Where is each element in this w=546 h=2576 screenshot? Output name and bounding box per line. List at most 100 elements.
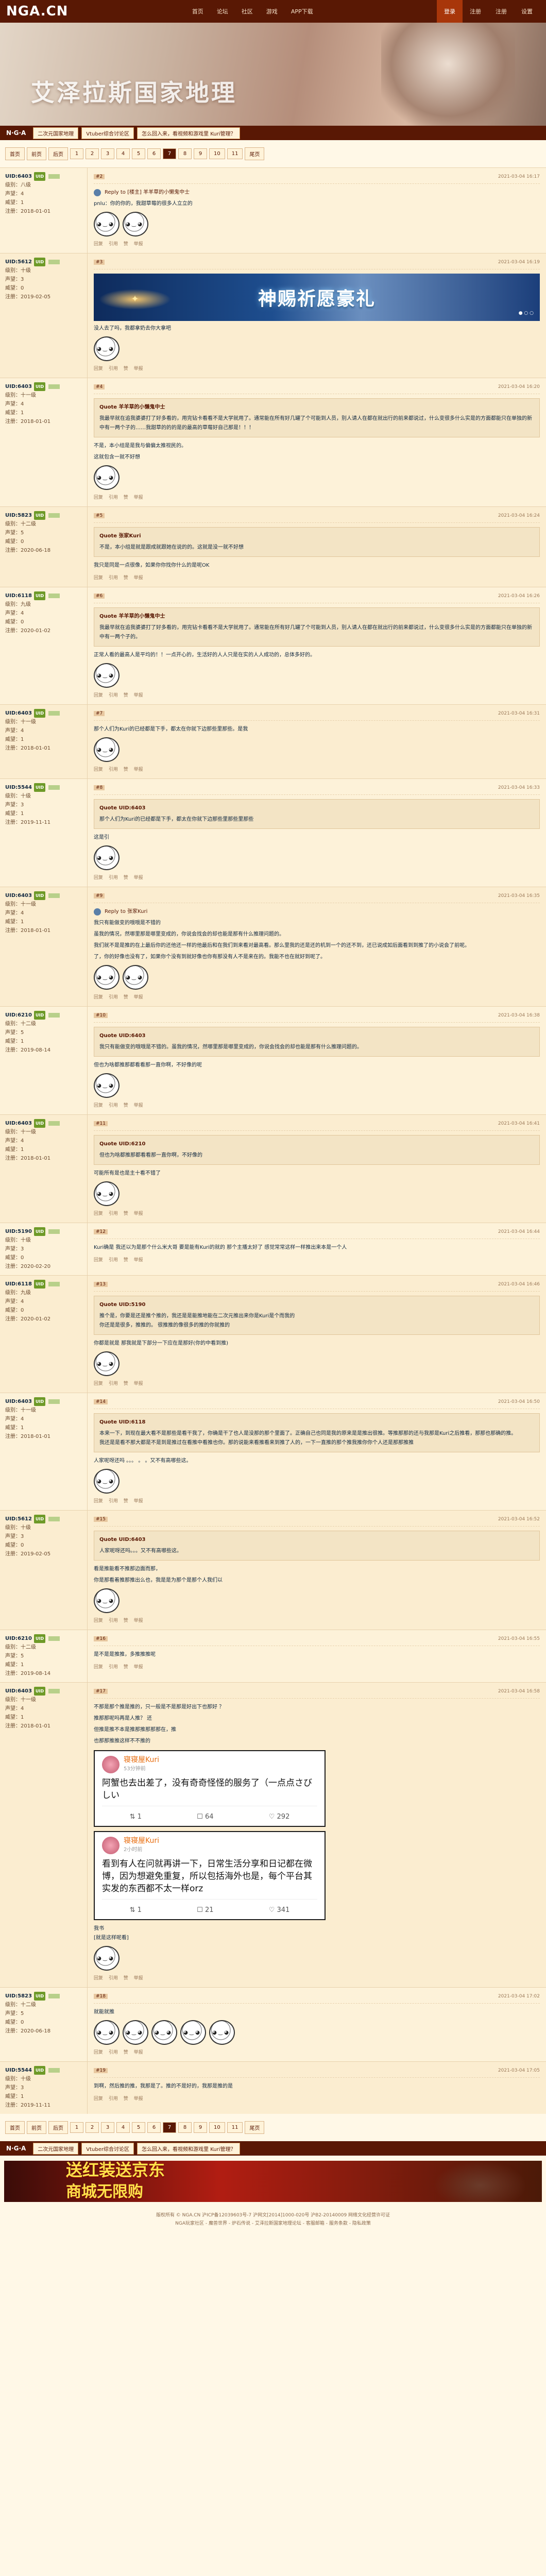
weibo-comment[interactable]: ☐ 64 [197, 1812, 213, 1822]
like-button[interactable]: 赞 [124, 575, 128, 581]
like-button[interactable]: 赞 [124, 1211, 128, 1216]
menu-login[interactable]: 登录 [436, 0, 463, 23]
pager-item[interactable]: 尾页 [245, 2121, 265, 2134]
report-button[interactable]: 举报 [134, 1976, 143, 1981]
author-uid[interactable]: UID:6403 [5, 1397, 32, 1406]
quote-button[interactable]: 引用 [109, 1665, 118, 1670]
weibo-card[interactable]: 寝寝屋Kuri 53分钟前 阿蟹也去出差了，没有奇奇怪怪的服务了（一点点さびしい… [94, 1750, 326, 1827]
weibo-like[interactable]: ♡ 341 [269, 1906, 290, 1915]
report-button[interactable]: 举报 [134, 495, 143, 500]
nav-game[interactable]: 游戏 [260, 4, 284, 19]
quote-header[interactable]: Quote UID:6403 [99, 1031, 534, 1041]
quote-header[interactable]: Quote UID:6403 [99, 804, 534, 813]
quote-button[interactable]: 引用 [109, 1618, 118, 1623]
quote-button[interactable]: 引用 [109, 2050, 118, 2055]
weibo-name[interactable]: 寝寝屋Kuri [124, 1755, 159, 1765]
report-button[interactable]: 举报 [134, 1103, 143, 1108]
author-uid[interactable]: UID:5612 [5, 1515, 32, 1523]
reply-button[interactable]: 回复 [94, 575, 103, 581]
nav-app[interactable]: APP下载 [285, 4, 319, 19]
nav-forum[interactable]: 论坛 [211, 4, 234, 19]
weibo-comment[interactable]: ☐ 21 [197, 1906, 213, 1915]
post-floor[interactable]: #12 [94, 1229, 108, 1234]
post-floor[interactable]: #2 [94, 174, 105, 179]
reply-button[interactable]: 回复 [94, 2050, 103, 2055]
post-floor[interactable]: #13 [94, 1282, 108, 1287]
nav-home[interactable]: 首页 [186, 4, 210, 19]
report-button[interactable]: 举报 [134, 2096, 143, 2102]
quote-button[interactable]: 引用 [109, 1211, 118, 1216]
pager-item[interactable]: 后页 [48, 2121, 68, 2134]
forum-chip-1[interactable]: Vtuber综合讨论区 [81, 127, 134, 139]
report-button[interactable]: 举报 [134, 995, 143, 1000]
quote-header[interactable]: Quote UID:6403 [99, 1535, 534, 1545]
post-floor[interactable]: #5 [94, 513, 105, 518]
nav-community[interactable]: 社区 [235, 4, 259, 19]
like-button[interactable]: 赞 [124, 1665, 128, 1670]
pager-item[interactable]: 11 [227, 148, 243, 159]
like-button[interactable]: 赞 [124, 995, 128, 1000]
pager-item[interactable]: 7 [163, 2122, 176, 2133]
pager-item[interactable]: 2 [86, 148, 99, 159]
author-name[interactable]: UID:5823 UID [5, 511, 82, 520]
quote-header[interactable]: Quote 羊羊草的小懒鬼中士 [99, 612, 534, 621]
weibo-repost[interactable]: ⇅ 1 [130, 1906, 142, 1915]
reply-button[interactable]: 回复 [94, 242, 103, 247]
pager-item[interactable]: 3 [101, 2122, 114, 2133]
reply-to-text[interactable]: Reply to 张家Kuri [105, 907, 147, 917]
pager-item[interactable]: 9 [194, 2122, 207, 2133]
quote-button[interactable]: 引用 [109, 366, 118, 371]
pager-item[interactable]: 尾页 [245, 147, 265, 160]
author-name[interactable]: UID:6210 UID [5, 1634, 82, 1643]
like-button[interactable]: 赞 [124, 1381, 128, 1386]
quote-button[interactable]: 引用 [109, 693, 118, 698]
author-name[interactable]: UID:5544 UID [5, 2066, 82, 2075]
forum-chip-bottom-1[interactable]: Vtuber综合讨论区 [81, 2142, 134, 2155]
quote-button[interactable]: 引用 [109, 242, 118, 247]
report-button[interactable]: 举报 [134, 1665, 143, 1670]
quote-button[interactable]: 引用 [109, 575, 118, 581]
like-button[interactable]: 赞 [124, 1103, 128, 1108]
pager-item[interactable]: 10 [209, 148, 225, 159]
author-name[interactable]: UID:5612 UID [5, 258, 82, 266]
report-button[interactable]: 举报 [134, 1211, 143, 1216]
author-name[interactable]: UID:5823 UID [5, 1992, 82, 2001]
like-button[interactable]: 赞 [124, 1258, 128, 1263]
post-floor[interactable]: #7 [94, 711, 105, 716]
reply-button[interactable]: 回复 [94, 1499, 103, 1504]
report-button[interactable]: 举报 [134, 693, 143, 698]
like-button[interactable]: 赞 [124, 366, 128, 371]
pager-item[interactable]: 首页 [5, 2121, 25, 2134]
like-button[interactable]: 赞 [124, 1499, 128, 1504]
author-uid[interactable]: UID:6118 [5, 1280, 32, 1289]
quote-button[interactable]: 引用 [109, 2096, 118, 2102]
author-name[interactable]: UID:6403 UID [5, 1119, 82, 1128]
forum-chip-0[interactable]: 二次元国家地理 [33, 127, 79, 139]
quote-button[interactable]: 引用 [109, 995, 118, 1000]
post-floor[interactable]: #14 [94, 1399, 108, 1404]
report-button[interactable]: 举报 [134, 1499, 143, 1504]
quote-header[interactable]: Quote 张家Kuri [99, 532, 534, 541]
author-name[interactable]: UID:6403 UID [5, 709, 82, 718]
pager-item[interactable]: 9 [194, 148, 207, 159]
author-name[interactable]: UID:6118 UID [5, 1280, 82, 1289]
report-button[interactable]: 举报 [134, 2050, 143, 2055]
author-uid[interactable]: UID:5544 [5, 2066, 32, 2075]
quote-button[interactable]: 引用 [109, 495, 118, 500]
author-uid[interactable]: UID:5823 [5, 511, 32, 520]
reply-button[interactable]: 回复 [94, 1103, 103, 1108]
pager-item[interactable]: 前页 [27, 2121, 46, 2134]
reply-button[interactable]: 回复 [94, 693, 103, 698]
author-name[interactable]: UID:5612 UID [5, 1515, 82, 1523]
like-button[interactable]: 赞 [124, 2050, 128, 2055]
pager-item[interactable]: 6 [147, 148, 161, 159]
weibo-repost[interactable]: ⇅ 1 [130, 1812, 142, 1822]
site-logo[interactable]: NGA.CN [6, 4, 68, 19]
post-floor[interactable]: #4 [94, 384, 105, 389]
weibo-like[interactable]: ♡ 292 [269, 1812, 290, 1822]
reply-button[interactable]: 回复 [94, 1976, 103, 1981]
quote-button[interactable]: 引用 [109, 1381, 118, 1386]
author-uid[interactable]: UID:5612 [5, 258, 32, 266]
author-uid[interactable]: UID:6210 [5, 1634, 32, 1643]
menu-register[interactable]: 注册 [463, 0, 488, 23]
